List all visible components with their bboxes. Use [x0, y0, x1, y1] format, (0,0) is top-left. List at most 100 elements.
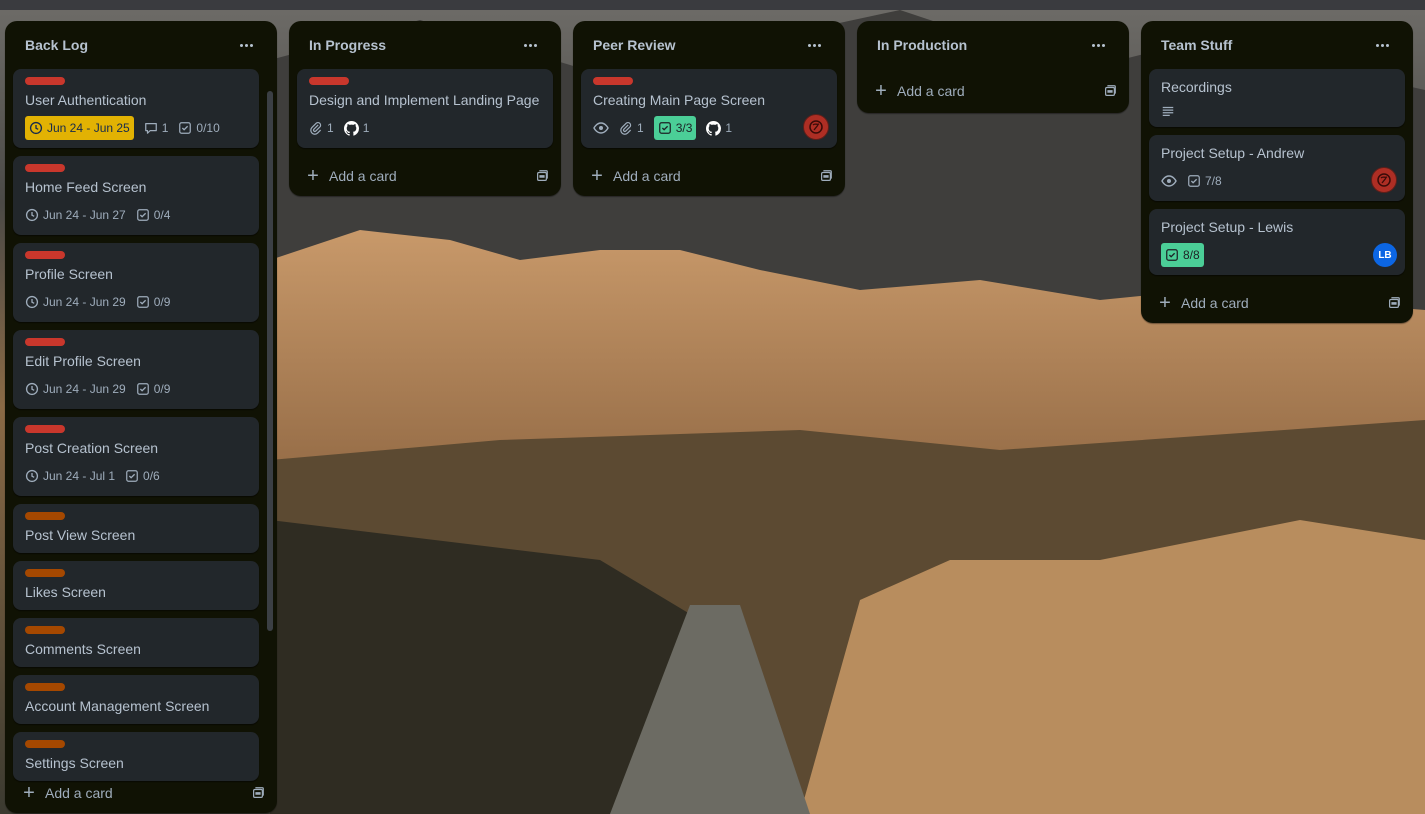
add-card-button[interactable]: + Add a card: [5, 773, 277, 813]
clock-icon: [25, 295, 39, 309]
card-title: Post Creation Screen: [25, 440, 159, 456]
card-label[interactable]: [25, 740, 65, 748]
due-date-badge[interactable]: Jun 24 - Jun 29: [25, 377, 126, 401]
card-template-icon[interactable]: [251, 786, 265, 800]
card-label[interactable]: [25, 626, 65, 634]
watching-badge: [593, 116, 609, 140]
card-project-setup-lewis[interactable]: Project Setup - Lewis 8/8 LB: [1149, 209, 1405, 275]
card-title: Settings Screen: [25, 755, 124, 771]
plus-icon: +: [307, 165, 319, 187]
avatar-initials: LB: [1378, 249, 1392, 261]
card-template-icon[interactable]: [535, 169, 549, 183]
card-template-icon[interactable]: [819, 169, 833, 183]
github-badge: 1: [706, 116, 732, 140]
card-label[interactable]: [25, 164, 65, 172]
avatar[interactable]: [1371, 167, 1397, 193]
card-label[interactable]: [25, 683, 65, 691]
list-peer-review: Peer Review Creating Main Page Screen 1 …: [573, 21, 845, 196]
avatar-image: [809, 120, 823, 134]
card-template-icon[interactable]: [1103, 84, 1117, 98]
card-post-view-screen[interactable]: Post View Screen: [13, 504, 259, 553]
due-date-badge[interactable]: Jun 24 - Jun 27: [25, 203, 126, 227]
add-card-label: Add a card: [1181, 295, 1249, 311]
card-post-creation-screen[interactable]: Post Creation Screen Jun 24 - Jul 1 0/6: [13, 417, 259, 496]
checklist-icon: [1188, 175, 1200, 187]
due-date-badge[interactable]: Jun 24 - Jul 1: [25, 464, 115, 488]
card-creating-main-page-screen[interactable]: Creating Main Page Screen 1 3/3 1: [581, 69, 837, 148]
checklist-count: 0/9: [153, 382, 171, 396]
card-template-icon[interactable]: [1387, 296, 1401, 310]
checklist-badge: 0/4: [136, 203, 171, 227]
list-title[interactable]: Peer Review: [593, 37, 676, 53]
card-label[interactable]: [25, 77, 65, 85]
checklist-count: 0/9: [153, 295, 171, 309]
checklist-count: 0/10: [196, 121, 220, 135]
checklist-count: 0/4: [153, 208, 171, 222]
list-header: Team Stuff: [1141, 21, 1413, 69]
card-project-setup-andrew[interactable]: Project Setup - Andrew 7/8: [1149, 135, 1405, 201]
card-edit-profile-screen[interactable]: Edit Profile Screen Jun 24 - Jun 29 0/9: [13, 330, 259, 409]
card-design-landing-page[interactable]: Design and Implement Landing Page 1 1: [297, 69, 553, 148]
card-likes-screen[interactable]: Likes Screen: [13, 561, 259, 610]
card-recordings[interactable]: Recordings: [1149, 69, 1405, 127]
add-card-button[interactable]: + Add a card: [1141, 283, 1413, 323]
card-title: Comments Screen: [25, 641, 141, 657]
github-count: 1: [362, 121, 370, 135]
add-card-label: Add a card: [613, 168, 681, 184]
card-home-feed-screen[interactable]: Home Feed Screen Jun 24 - Jun 27 0/4: [13, 156, 259, 235]
card-label[interactable]: [309, 77, 349, 85]
checklist-badge: 8/8: [1161, 243, 1204, 267]
card-label[interactable]: [25, 251, 65, 259]
list-back-log: Back Log User Authentication Jun 24 - Ju…: [5, 21, 277, 813]
add-card-button[interactable]: + Add a card: [573, 156, 845, 196]
add-card-button[interactable]: + Add a card: [857, 69, 1129, 113]
checklist-count: 3/3: [675, 121, 693, 135]
avatar[interactable]: LB: [1373, 243, 1397, 267]
card-account-management-screen[interactable]: Account Management Screen: [13, 675, 259, 724]
more-dots-icon[interactable]: [1087, 36, 1109, 54]
top-bar: [0, 0, 1425, 10]
clock-icon: [25, 382, 39, 396]
checklist-badge: 3/3: [653, 116, 697, 140]
github-icon: [706, 120, 722, 136]
list-scrollbar[interactable]: [267, 91, 273, 631]
card-label[interactable]: [25, 425, 65, 433]
list-title[interactable]: Back Log: [25, 37, 88, 53]
list-header: Peer Review: [573, 21, 845, 69]
checklist-icon: [179, 122, 192, 134]
card-title: Design and Implement Landing Page: [309, 92, 540, 108]
list-header: In Progress: [289, 21, 561, 69]
more-dots-icon[interactable]: [235, 36, 257, 54]
paperclip-icon: [620, 122, 632, 135]
card-title: Post View Screen: [25, 527, 136, 543]
card-profile-screen[interactable]: Profile Screen Jun 24 - Jun 29 0/9: [13, 243, 259, 322]
more-dots-icon[interactable]: [803, 36, 825, 54]
card-label[interactable]: [25, 338, 65, 346]
card-label[interactable]: [593, 77, 633, 85]
attachments-count: 1: [327, 121, 334, 135]
list-title[interactable]: In Production: [877, 37, 967, 53]
clock-icon: [25, 469, 39, 483]
checklist-badge: 0/9: [136, 290, 171, 314]
card-user-authentication[interactable]: User Authentication Jun 24 - Jun 25 1 0/…: [13, 69, 259, 148]
list-title[interactable]: In Progress: [309, 37, 386, 53]
due-date-badge[interactable]: Jun 24 - Jun 29: [25, 290, 126, 314]
due-date-text: Jun 24 - Jun 27: [43, 208, 126, 222]
attachments-badge: 1: [619, 116, 644, 140]
card-label[interactable]: [25, 569, 65, 577]
card-title: Edit Profile Screen: [25, 353, 141, 369]
more-dots-icon[interactable]: [519, 36, 541, 54]
card-title: User Authentication: [25, 92, 147, 108]
avatar[interactable]: [803, 114, 829, 140]
list-title[interactable]: Team Stuff: [1161, 37, 1232, 53]
checklist-icon: [136, 383, 149, 395]
plus-icon: +: [1159, 292, 1171, 314]
card-label[interactable]: [25, 512, 65, 520]
description-icon: [1162, 106, 1174, 116]
github-icon: [343, 120, 359, 136]
add-card-button[interactable]: + Add a card: [289, 156, 561, 196]
due-date-badge[interactable]: Jun 24 - Jun 25: [25, 116, 134, 140]
avatar-image: [1377, 173, 1391, 187]
card-comments-screen[interactable]: Comments Screen: [13, 618, 259, 667]
more-dots-icon[interactable]: [1371, 36, 1393, 54]
